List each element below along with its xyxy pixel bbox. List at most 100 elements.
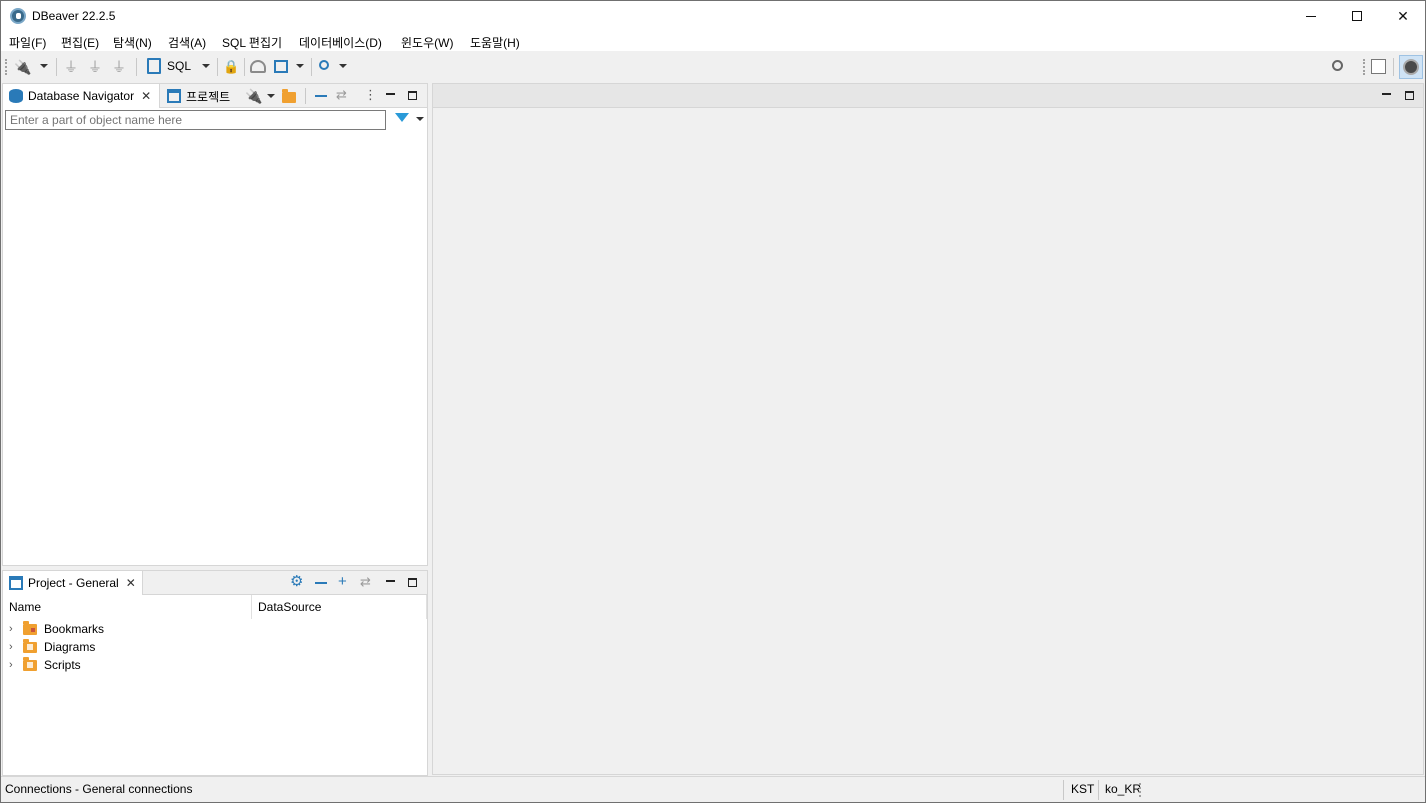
sql-editor-button[interactable]: SQL <box>167 59 191 73</box>
panel-separator <box>305 88 306 104</box>
toolbar-separator <box>244 58 245 76</box>
minimize-button[interactable] <box>1288 1 1334 31</box>
new-perspective-icon[interactable] <box>1371 59 1386 74</box>
status-bar: Connections - General connections KST ko… <box>1 776 1425 802</box>
close-icon[interactable]: ✕ <box>126 576 136 590</box>
view-menu-icon[interactable]: ⋮ <box>364 87 377 103</box>
dbeaver-window: DBeaver 22.2.5 ✕ 파일(F) 편집(E) 탐색(N) 검색(A)… <box>0 0 1426 803</box>
new-connection-dropdown[interactable] <box>40 64 48 68</box>
new-connection-dropdown[interactable] <box>267 94 275 98</box>
chevron-right-icon[interactable]: › <box>9 641 19 653</box>
scripts-folder-icon <box>23 656 37 671</box>
diagrams-folder-icon <box>23 638 37 653</box>
column-header-datasource[interactable]: DataSource <box>252 595 427 619</box>
navigator-tab-bar: Database Navigator ✕ 프로젝트 🔌 ⇄ ⋮ <box>3 84 427 108</box>
filter-icon[interactable] <box>395 113 409 122</box>
disconnect-icon[interactable]: ⏚ <box>88 59 104 75</box>
dashboard-icon[interactable] <box>250 60 266 73</box>
close-icon[interactable]: ✕ <box>141 89 151 103</box>
maximize-panel-icon[interactable] <box>408 578 417 587</box>
editor-area[interactable] <box>432 83 1424 775</box>
tab-project-general[interactable]: Project - General ✕ <box>3 571 143 595</box>
toolbar-separator <box>217 58 218 76</box>
tab-label: Project - General <box>28 576 119 590</box>
chevron-right-icon[interactable]: › <box>9 659 19 671</box>
database-icon <box>9 89 23 103</box>
status-locale: ko_KR <box>1105 782 1142 796</box>
tree-item-bookmarks[interactable]: › Bookmarks <box>9 620 104 638</box>
minimize-panel-icon[interactable] <box>386 580 395 582</box>
close-icon: ✕ <box>1397 7 1409 24</box>
schema-compare-dropdown[interactable] <box>296 64 304 68</box>
tree-item-label: Bookmarks <box>44 622 105 636</box>
new-folder-icon[interactable] <box>282 89 296 103</box>
global-search-icon[interactable] <box>1332 60 1343 71</box>
minimize-icon <box>1306 15 1316 17</box>
collapse-all-icon[interactable] <box>315 582 327 584</box>
toolbar-grip[interactable] <box>5 59 7 75</box>
link-with-editor-icon[interactable]: ⇄ <box>360 574 371 590</box>
search-dropdown[interactable] <box>339 64 347 68</box>
schema-compare-icon[interactable] <box>274 60 288 73</box>
window-title: DBeaver 22.2.5 <box>32 9 116 23</box>
column-header-name[interactable]: Name <box>3 595 252 619</box>
tree-item-label: Diagrams <box>44 640 96 654</box>
menu-bar: 파일(F) 편집(E) 탐색(N) 검색(A) SQL 편집기 데이터베이스(D… <box>1 31 1425 51</box>
menu-window[interactable]: 윈도우(W) <box>401 34 453 51</box>
filter-dropdown[interactable] <box>416 117 424 121</box>
status-connections-text: Connections - General connections <box>5 782 193 796</box>
collapse-all-icon[interactable] <box>315 95 327 97</box>
status-grip[interactable] <box>1139 783 1141 797</box>
tab-projects[interactable]: 프로젝트 <box>161 84 241 108</box>
expand-all-icon[interactable]: + <box>338 574 347 590</box>
menu-edit[interactable]: 편집(E) <box>61 34 99 51</box>
close-button[interactable]: ✕ <box>1380 1 1426 31</box>
status-timezone: KST <box>1071 782 1095 796</box>
sql-editor-dropdown[interactable] <box>202 64 210 68</box>
new-connection-icon[interactable]: 🔌 <box>14 59 31 75</box>
connect-icon[interactable]: ⏚ <box>64 59 80 75</box>
toolbar-separator <box>1393 58 1394 76</box>
dbeaver-perspective-button[interactable] <box>1399 55 1423 79</box>
project-general-panel: Project - General ✕ ⚙ + ⇄ Name DataSourc… <box>2 570 428 776</box>
toolbar-separator <box>136 58 137 76</box>
title-bar: DBeaver 22.2.5 ✕ <box>1 1 1425 31</box>
new-connection-icon[interactable]: 🔌 <box>245 88 262 104</box>
maximize-panel-icon[interactable] <box>408 91 417 100</box>
menu-help[interactable]: 도움말(H) <box>470 34 520 51</box>
transaction-lock-icon[interactable]: 🔒 <box>223 59 239 75</box>
toolbar-separator <box>311 58 312 76</box>
tab-label: 프로젝트 <box>186 89 231 104</box>
minimize-panel-icon[interactable] <box>386 93 395 95</box>
maximize-editor-icon[interactable] <box>1405 91 1414 100</box>
menu-sql-editor[interactable]: SQL 편집기 <box>222 34 282 51</box>
search-icon[interactable] <box>319 60 329 70</box>
tree-item-label: Scripts <box>44 658 81 672</box>
toolbar-grip[interactable] <box>1363 59 1365 75</box>
project-icon <box>167 89 181 103</box>
sql-editor-icon[interactable] <box>147 58 161 74</box>
minimize-editor-icon[interactable] <box>1382 93 1391 95</box>
gear-icon[interactable]: ⚙ <box>290 574 303 590</box>
maximize-button[interactable] <box>1334 1 1380 31</box>
bookmarks-folder-icon <box>23 620 37 635</box>
link-with-editor-icon[interactable]: ⇄ <box>336 87 347 103</box>
menu-file[interactable]: 파일(F) <box>9 34 46 51</box>
menu-navigate[interactable]: 탐색(N) <box>113 34 152 51</box>
menu-search[interactable]: 검색(A) <box>168 34 206 51</box>
status-separator <box>1063 780 1064 800</box>
main-toolbar: 🔌 ⏚ ⏚ ⏚ SQL 🔒 <box>1 51 1425 82</box>
dbeaver-logo-icon <box>10 8 26 24</box>
menu-database[interactable]: 데이터베이스(D) <box>299 34 382 51</box>
tree-item-scripts[interactable]: › Scripts <box>9 656 81 674</box>
object-filter-input[interactable] <box>5 110 386 130</box>
tree-item-diagrams[interactable]: › Diagrams <box>9 638 95 656</box>
toolbar-separator <box>56 58 57 76</box>
database-navigator-panel: Database Navigator ✕ 프로젝트 🔌 ⇄ ⋮ <box>2 83 428 566</box>
status-separator <box>1098 780 1099 800</box>
chevron-right-icon[interactable]: › <box>9 623 19 635</box>
disconnect-all-icon[interactable]: ⏚ <box>112 59 128 75</box>
tab-database-navigator[interactable]: Database Navigator ✕ <box>3 84 160 108</box>
dbeaver-perspective-icon <box>1403 59 1419 75</box>
project-icon <box>9 576 23 590</box>
